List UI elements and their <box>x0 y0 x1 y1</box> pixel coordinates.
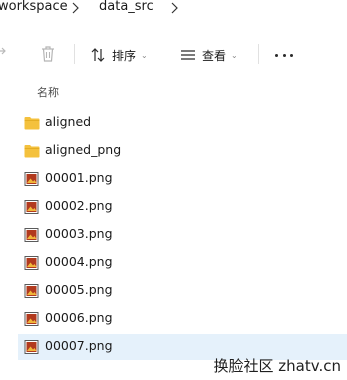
watermark-text: 换脸社区 zhatv.cn <box>213 357 341 375</box>
png-image-icon <box>24 256 39 270</box>
sort-button[interactable]: 排序 ⌄ <box>90 44 148 66</box>
png-image-icon <box>24 284 39 298</box>
list-item[interactable]: 00002.png <box>18 194 347 220</box>
chevron-right-icon <box>171 2 178 14</box>
list-item[interactable]: 00005.png <box>18 278 347 304</box>
file-name: 00002.png <box>45 198 113 213</box>
file-name: aligned <box>45 114 92 129</box>
chevron-right-icon <box>72 2 79 14</box>
file-name: 00006.png <box>45 310 113 325</box>
file-name: aligned_png <box>45 142 122 157</box>
breadcrumb-item-workspace[interactable]: workspace <box>0 0 68 14</box>
share-icon[interactable] <box>0 46 10 62</box>
list-item[interactable]: 00006.png <box>18 306 347 332</box>
file-name: 00005.png <box>45 282 113 297</box>
list-item[interactable]: 00004.png <box>18 250 347 276</box>
toolbar-divider <box>258 44 259 64</box>
list-item[interactable]: aligned <box>18 110 347 136</box>
chevron-down-icon: ⌄ <box>141 50 148 60</box>
list-item[interactable]: 00001.png <box>18 166 347 192</box>
more-options-icon[interactable] <box>275 54 293 58</box>
png-image-icon <box>24 200 39 214</box>
png-image-icon <box>24 228 39 242</box>
file-name: 00007.png <box>45 338 113 353</box>
folder-icon <box>24 117 40 130</box>
folder-icon <box>24 145 40 158</box>
view-button[interactable]: 查看 ⌄ <box>180 44 238 66</box>
breadcrumb-item-data-src[interactable]: data_src <box>99 0 154 14</box>
sort-label: 排序 <box>112 48 137 63</box>
column-header-name[interactable]: 名称 <box>37 84 59 100</box>
png-image-icon <box>24 340 39 354</box>
file-name: 00003.png <box>45 226 113 241</box>
breadcrumb: workspace data_src <box>0 0 347 20</box>
chevron-down-icon: ⌄ <box>231 50 238 60</box>
view-label: 查看 <box>202 48 227 63</box>
toolbar-divider <box>74 44 75 64</box>
sort-icon <box>91 48 105 62</box>
delete-icon[interactable] <box>40 45 56 63</box>
list-item[interactable]: 00003.png <box>18 222 347 248</box>
png-image-icon <box>24 172 39 186</box>
view-list-icon <box>181 50 195 60</box>
list-item[interactable]: aligned_png <box>18 138 347 164</box>
png-image-icon <box>24 312 39 326</box>
file-name: 00001.png <box>45 170 113 185</box>
file-name: 00004.png <box>45 254 113 269</box>
